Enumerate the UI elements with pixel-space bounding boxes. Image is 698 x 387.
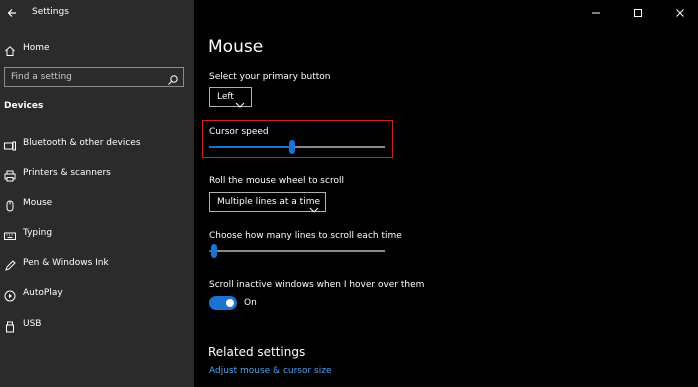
sidebar-item-label: AutoPlay [23,288,63,298]
app-title: Settings [32,7,69,17]
sidebar-item-autoplay[interactable]: AutoPlay [0,283,194,303]
inactive-scroll-toggle[interactable] [209,296,237,310]
primary-button-dropdown[interactable]: Left [209,87,252,108]
maximize-button[interactable] [630,5,646,21]
slider-thumb[interactable] [289,140,295,154]
sidebar-item-mouse[interactable]: Mouse [0,193,194,213]
search-input[interactable]: Find a setting [4,67,184,87]
minimize-icon [592,12,600,14]
bluetooth-devices-icon [4,137,16,151]
toggle-knob [226,299,234,307]
title-bar: Settings [0,0,194,26]
slider-thumb[interactable] [211,244,217,258]
sidebar-item-label: Pen & Windows Ink [23,258,109,268]
chevron-down-icon [235,94,245,108]
usb-icon [4,318,16,333]
close-icon [676,9,684,17]
close-button[interactable] [672,5,688,21]
adjust-cursor-link[interactable]: Adjust mouse & cursor size [209,366,332,376]
sidebar-item-label: Typing [23,228,53,238]
cursor-speed-label: Cursor speed [209,127,269,137]
maximize-icon [634,9,642,17]
sidebar-item-home[interactable]: Home [0,38,194,58]
scroll-wheel-value: Multiple lines at a time [217,197,321,207]
scroll-lines-slider[interactable] [209,244,385,258]
autoplay-icon [4,287,16,302]
primary-button-value: Left [217,92,234,102]
scroll-wheel-dropdown[interactable]: Multiple lines at a time [209,192,326,213]
sidebar-item-typing[interactable]: Typing [0,223,194,243]
toggle-state-label: On [244,298,257,308]
primary-button-label: Select your primary button [209,72,331,82]
window-controls [578,0,698,26]
back-button[interactable] [4,4,22,22]
cursor-speed-slider[interactable] [209,140,385,154]
pen-icon [4,257,16,271]
sidebar-item-bluetooth[interactable]: Bluetooth & other devices [0,133,194,153]
inactive-scroll-label: Scroll inactive windows when I hover ove… [209,280,425,290]
main-content: Mouse Select your primary button Left Cu… [194,0,698,387]
slider-fill [209,146,292,148]
sidebar-item-printers[interactable]: Printers & scanners [0,163,194,183]
sidebar-item-usb[interactable]: USB [0,314,194,334]
sidebar: Settings Home Find a setting Devices Blu… [0,0,194,387]
printer-icon [4,167,16,182]
sidebar-item-label: Bluetooth & other devices [23,138,141,148]
related-settings-heading: Related settings [208,345,306,359]
slider-track [209,250,385,252]
home-label: Home [23,43,50,53]
chevron-down-icon [309,199,319,213]
scroll-lines-label: Choose how many lines to scroll each tim… [209,231,402,241]
search-icon[interactable] [167,71,179,85]
minimize-button[interactable] [588,5,604,21]
page-title: Mouse [208,37,264,57]
section-title: Devices [4,101,44,111]
sidebar-item-label: Mouse [23,198,53,208]
mouse-icon [4,197,16,212]
sidebar-item-pen[interactable]: Pen & Windows Ink [0,253,194,273]
search-placeholder: Find a setting [11,72,72,82]
sidebar-item-label: Printers & scanners [23,168,111,178]
home-icon [4,42,16,56]
scroll-wheel-label: Roll the mouse wheel to scroll [209,176,344,186]
back-arrow-icon [7,9,16,17]
keyboard-icon [4,227,16,240]
sidebar-item-label: USB [23,319,42,329]
